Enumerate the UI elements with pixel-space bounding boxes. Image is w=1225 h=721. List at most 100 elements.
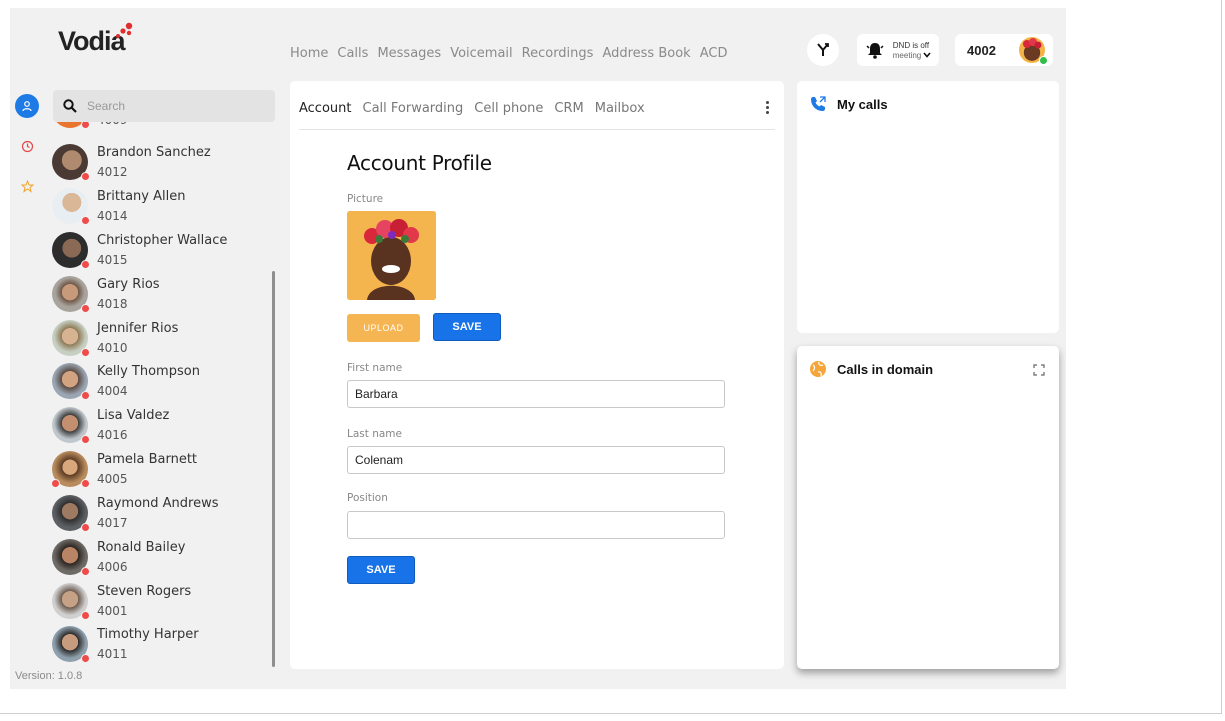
expand-icon[interactable] bbox=[1033, 364, 1045, 376]
nav-address-book[interactable]: Address Book bbox=[602, 46, 690, 61]
contact-name: Timothy Harper bbox=[97, 627, 199, 642]
status-dot bbox=[81, 479, 90, 488]
call-split-icon bbox=[817, 43, 829, 56]
contact-name: Ronald Bailey bbox=[97, 540, 186, 555]
user-extension: 4002 bbox=[967, 42, 996, 58]
contact-name: Raymond Andrews bbox=[97, 496, 219, 511]
nav-home[interactable]: Home bbox=[290, 46, 328, 61]
settings-tabs: Account Call Forwarding Cell phone CRM M… bbox=[299, 101, 656, 116]
contact-name: Jennifer Rios bbox=[97, 321, 179, 336]
call-split-button[interactable] bbox=[807, 34, 839, 66]
nav-voicemail[interactable]: Voicemail bbox=[450, 46, 512, 61]
list-item[interactable]: Brittany Allen 4014 bbox=[52, 188, 272, 232]
status-dot bbox=[81, 122, 90, 129]
recent-tab[interactable] bbox=[15, 134, 39, 158]
contact-extension: 4006 bbox=[97, 560, 128, 574]
list-item[interactable]: Gary Rios 4018 bbox=[52, 276, 272, 320]
list-item[interactable]: Lisa Valdez 4016 bbox=[52, 407, 272, 451]
account-panel: Account Call Forwarding Cell phone CRM M… bbox=[290, 81, 784, 669]
tab-call-forwarding[interactable]: Call Forwarding bbox=[363, 101, 464, 116]
status-dot bbox=[81, 654, 90, 663]
list-item[interactable]: Christopher Wallace 4015 bbox=[52, 232, 272, 276]
nav-calls[interactable]: Calls bbox=[337, 46, 368, 61]
first-name-field[interactable]: Barbara bbox=[347, 380, 725, 408]
search-icon bbox=[63, 99, 77, 113]
more-options-icon[interactable] bbox=[764, 99, 770, 117]
status-dot bbox=[81, 523, 90, 532]
user-extension-button[interactable]: 4002 bbox=[955, 34, 1053, 66]
dnd-mode: meeting bbox=[892, 50, 922, 60]
list-item[interactable]: Raymond Andrews 4017 bbox=[52, 495, 272, 539]
contact-name: Brittany Allen bbox=[97, 189, 186, 204]
contact-extension: 4005 bbox=[97, 472, 128, 486]
save-profile-button[interactable]: SAVE bbox=[347, 556, 415, 584]
list-item[interactable]: Brandon Sanchez 4012 bbox=[52, 144, 272, 188]
contacts-tab[interactable] bbox=[15, 94, 39, 118]
window-border-bottom bbox=[0, 713, 1222, 714]
tab-mailbox[interactable]: Mailbox bbox=[595, 101, 645, 116]
status-dot bbox=[81, 567, 90, 576]
status-dot bbox=[81, 260, 90, 269]
list-item[interactable]: Steven Rogers 4001 bbox=[52, 583, 272, 627]
contact-extension: 4009 bbox=[97, 122, 128, 127]
window-border-right bbox=[1221, 0, 1222, 714]
last-name-label: Last name bbox=[347, 428, 402, 440]
contact-extension: 4012 bbox=[97, 165, 128, 179]
status-dot bbox=[81, 172, 90, 181]
status-dot bbox=[81, 348, 90, 357]
app-container: Vodia Home Calls Messages Voicemail Reco… bbox=[10, 8, 1066, 689]
contact-extension: 4001 bbox=[97, 604, 128, 618]
list-item[interactable]: Ronald Bailey 4006 bbox=[52, 539, 272, 583]
list-item[interactable]: Pamela Barnett 4005 bbox=[51, 451, 272, 495]
star-icon bbox=[20, 179, 34, 193]
dnd-toggle[interactable]: DND is off meeting bbox=[857, 34, 939, 66]
position-label: Position bbox=[347, 492, 388, 504]
list-item[interactable]: Timothy Harper 4011 bbox=[52, 626, 272, 668]
nav-acd[interactable]: ACD bbox=[700, 46, 728, 61]
favorites-tab[interactable] bbox=[15, 174, 39, 198]
contact-extension: 4016 bbox=[97, 428, 128, 442]
contact-name: Kelly Thompson bbox=[97, 364, 200, 379]
nav-messages[interactable]: Messages bbox=[377, 46, 441, 61]
tab-crm[interactable]: CRM bbox=[554, 101, 583, 116]
phone-icon bbox=[811, 96, 826, 111]
calls-in-domain-title: Calls in domain bbox=[837, 362, 934, 377]
user-avatar[interactable] bbox=[1019, 37, 1048, 65]
logo-dots-icon bbox=[116, 22, 133, 38]
last-name-field[interactable]: Colenam bbox=[347, 446, 725, 474]
tab-cell-phone[interactable]: Cell phone bbox=[474, 101, 543, 116]
contact-list-scrollbar[interactable] bbox=[272, 271, 275, 667]
contact-name: Brandon Sanchez bbox=[97, 145, 211, 160]
profile-picture bbox=[347, 211, 436, 300]
page-title: Account Profile bbox=[347, 151, 492, 175]
online-status-dot bbox=[1039, 56, 1048, 65]
version-label: Version: 1.0.8 bbox=[15, 670, 83, 682]
tab-divider bbox=[299, 129, 775, 130]
calls-in-domain-card: Calls in domain bbox=[797, 346, 1059, 669]
dnd-status: DND is off bbox=[892, 40, 930, 50]
list-item[interactable]: Jennifer Rios 4010 bbox=[52, 320, 272, 364]
status-dot bbox=[81, 304, 90, 313]
contact-name: Christopher Wallace bbox=[97, 233, 228, 248]
contact-extension: 4017 bbox=[97, 516, 128, 530]
bell-icon bbox=[866, 43, 884, 59]
globe-icon bbox=[810, 361, 826, 377]
list-item[interactable]: 4009 bbox=[52, 122, 272, 136]
search-box[interactable]: Search bbox=[53, 90, 275, 122]
list-item[interactable]: Kelly Thompson 4004 bbox=[52, 363, 272, 407]
contact-name: Gary Rios bbox=[97, 277, 160, 292]
chevron-down-icon bbox=[923, 52, 931, 58]
user-icon bbox=[22, 101, 32, 112]
upload-button[interactable]: UPLOAD bbox=[347, 314, 420, 342]
status-dot bbox=[81, 611, 90, 620]
contact-extension: 4004 bbox=[97, 384, 128, 398]
contact-extension: 4010 bbox=[97, 341, 128, 355]
search-input[interactable]: Search bbox=[87, 99, 125, 113]
contact-name: Steven Rogers bbox=[97, 584, 192, 599]
tab-account[interactable]: Account bbox=[299, 101, 352, 116]
position-field[interactable] bbox=[347, 511, 725, 539]
save-picture-button[interactable]: SAVE bbox=[433, 313, 501, 341]
contact-extension: 4011 bbox=[97, 647, 128, 661]
nav-recordings[interactable]: Recordings bbox=[522, 46, 594, 61]
status-dot bbox=[81, 435, 90, 444]
